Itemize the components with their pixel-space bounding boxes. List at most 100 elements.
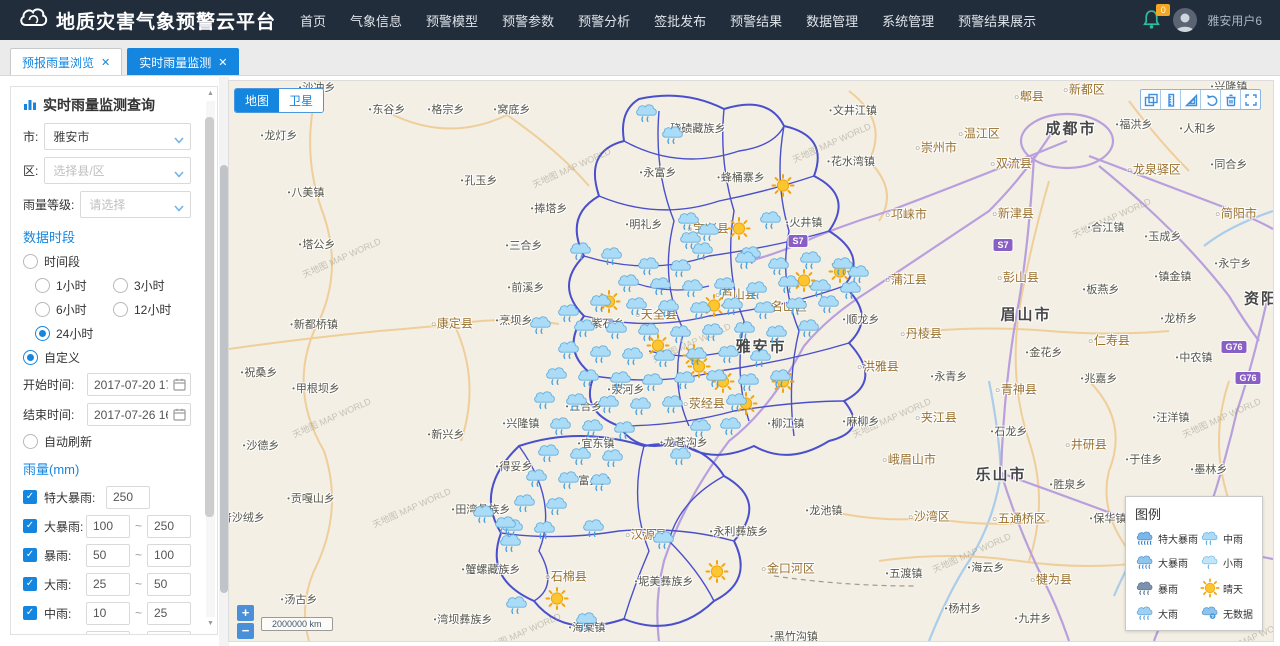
weather-marker-zhongyu[interactable] xyxy=(612,419,638,447)
nav-item[interactable]: 首页 xyxy=(300,11,326,30)
map-container[interactable]: 天地图 MAP WORLD天地图 MAP WORLD天地图 MAP WORLD天… xyxy=(228,80,1274,642)
zoom-in-button[interactable]: + xyxy=(237,605,254,621)
weather-marker-zhongyu[interactable] xyxy=(688,417,714,445)
rain-level-row: ✓ 中雨:~ xyxy=(23,601,191,625)
rain-level-select[interactable]: 请选择 xyxy=(80,191,191,218)
weather-marker-qingtian[interactable] xyxy=(727,217,751,246)
checkbox-checked-icon[interactable]: ✓ xyxy=(23,519,37,533)
weather-marker-zhongyu[interactable] xyxy=(718,415,744,443)
weather-marker-zhongyu[interactable] xyxy=(733,249,759,277)
weather-marker-zhongyu[interactable] xyxy=(532,389,558,417)
weather-marker-zhongyu[interactable] xyxy=(599,245,625,273)
weather-marker-qingtian[interactable] xyxy=(771,174,795,203)
rain-threshold-input[interactable] xyxy=(86,573,130,596)
layers-icon[interactable] xyxy=(1141,90,1160,109)
weather-marker-qingtian[interactable] xyxy=(705,560,729,589)
weather-marker-zhongyu[interactable] xyxy=(548,415,574,443)
calendar-icon[interactable] xyxy=(173,408,186,424)
weather-marker-zhongyu[interactable] xyxy=(634,102,660,130)
weather-marker-zhongyu[interactable] xyxy=(758,209,784,237)
weather-marker-zhongyu[interactable] xyxy=(524,467,550,495)
weather-marker-zhongyu[interactable] xyxy=(556,302,582,330)
nav-item[interactable]: 预警结果展示 xyxy=(958,11,1036,30)
time-option-radio[interactable] xyxy=(113,278,128,293)
tab-label: 实时雨量监测 xyxy=(139,54,211,71)
triangle-ruler-icon[interactable] xyxy=(1180,90,1200,109)
username[interactable]: 雅安用户6 xyxy=(1207,12,1262,29)
weather-marker-zhongyu[interactable] xyxy=(651,529,677,557)
weather-marker-zhongyu[interactable] xyxy=(528,314,554,342)
time-option-radio[interactable] xyxy=(35,326,50,341)
avatar[interactable] xyxy=(1173,8,1197,32)
rain-threshold-input[interactable] xyxy=(147,602,191,625)
rain-threshold-input[interactable] xyxy=(106,486,150,509)
nav-item[interactable]: 预警结果 xyxy=(730,11,782,30)
weather-marker-zhongyu[interactable] xyxy=(796,317,822,345)
weather-marker-zhongyu[interactable] xyxy=(668,445,694,473)
tab[interactable]: 预报雨量浏览 ✕ xyxy=(10,48,122,75)
weather-marker-zhongyu[interactable] xyxy=(532,519,558,547)
time-option-radio[interactable] xyxy=(113,302,128,317)
custom-range-radio[interactable] xyxy=(23,350,38,365)
tab-close-icon[interactable]: ✕ xyxy=(218,56,227,69)
weather-marker-zhongyu[interactable] xyxy=(568,240,594,268)
nav-item[interactable]: 预警分析 xyxy=(578,11,630,30)
calendar-icon[interactable] xyxy=(173,378,186,394)
nav-item[interactable]: 预警模型 xyxy=(426,11,478,30)
nav-item[interactable]: 气象信息 xyxy=(350,11,402,30)
panel-scrollbar-thumb[interactable] xyxy=(205,117,214,517)
nav-item[interactable]: 预警参数 xyxy=(502,11,554,30)
weather-marker-zhongyu[interactable] xyxy=(504,594,530,622)
rain-threshold-input[interactable] xyxy=(147,544,191,567)
weather-marker-zhongyu[interactable] xyxy=(588,292,614,320)
eraser-icon[interactable] xyxy=(1220,90,1240,109)
weather-marker-zhongyu[interactable] xyxy=(580,417,606,445)
base-layer-map[interactable]: 地图 xyxy=(235,89,279,112)
tab-close-icon[interactable]: ✕ xyxy=(101,56,110,69)
weather-marker-zhongyu[interactable] xyxy=(581,517,607,545)
scroll-down-icon[interactable]: ▼ xyxy=(205,619,216,629)
checkbox-checked-icon[interactable]: ✓ xyxy=(23,548,37,562)
checkbox-checked-icon[interactable]: ✓ xyxy=(23,490,37,504)
range-separator: ~ xyxy=(135,548,142,562)
weather-marker-zhongyu[interactable] xyxy=(498,532,524,560)
notification-bell-icon[interactable]: 0 xyxy=(1143,10,1163,30)
time-option-radio[interactable] xyxy=(35,278,50,293)
weather-marker-zhongyu[interactable] xyxy=(536,442,562,470)
ruler-icon[interactable] xyxy=(1160,90,1180,109)
auto-refresh-radio[interactable] xyxy=(23,434,38,449)
rain-threshold-input[interactable] xyxy=(147,515,191,538)
weather-marker-zhongyu[interactable] xyxy=(660,393,686,421)
weather-marker-zhongyu[interactable] xyxy=(556,339,582,367)
legend-item-label: 晴天 xyxy=(1223,581,1243,596)
checkbox-checked-icon[interactable]: ✓ xyxy=(23,577,37,591)
time-range-radio[interactable] xyxy=(23,254,38,269)
district-select[interactable]: 选择县/区 xyxy=(44,157,191,184)
weather-marker-zhongyu[interactable] xyxy=(660,124,686,152)
city-select[interactable]: 雅安市 xyxy=(44,123,191,150)
base-layer-satellite[interactable]: 卫星 xyxy=(279,89,323,112)
rain-threshold-input[interactable] xyxy=(86,602,130,625)
rain-threshold-input[interactable] xyxy=(86,544,130,567)
weather-marker-qingtian[interactable] xyxy=(545,587,569,616)
outer-scrollbar-thumb[interactable] xyxy=(220,165,228,593)
weather-marker-zhongyu[interactable] xyxy=(574,610,600,638)
rain-threshold-input[interactable] xyxy=(147,573,191,596)
weather-marker-zhongyu[interactable] xyxy=(556,469,582,497)
fullscreen-icon[interactable] xyxy=(1240,90,1260,109)
tab[interactable]: 实时雨量监测 ✕ xyxy=(127,48,239,75)
nav-item[interactable]: 数据管理 xyxy=(806,11,858,30)
scroll-up-icon[interactable]: ▲ xyxy=(205,89,216,99)
rain-threshold-input[interactable] xyxy=(86,631,130,636)
nav-item[interactable]: 签批发布 xyxy=(654,11,706,30)
checkbox-checked-icon[interactable]: ✓ xyxy=(23,606,37,620)
time-option: 3小时 xyxy=(113,277,191,294)
nav-item[interactable]: 系统管理 xyxy=(882,11,934,30)
zoom-out-button[interactable]: − xyxy=(237,623,254,639)
undo-icon[interactable] xyxy=(1200,90,1220,109)
weather-marker-zhongyu[interactable] xyxy=(588,471,614,499)
weather-marker-zhongyu[interactable] xyxy=(768,367,794,395)
time-option-radio[interactable] xyxy=(35,302,50,317)
rain-threshold-input[interactable] xyxy=(86,515,130,538)
rain-threshold-input[interactable] xyxy=(147,631,191,636)
